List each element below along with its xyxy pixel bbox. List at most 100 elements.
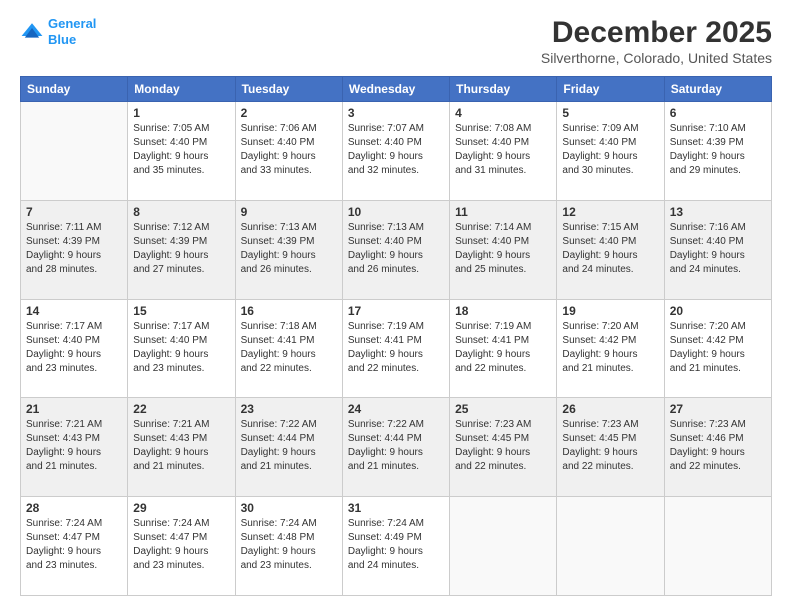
week-row-3: 14 Sunrise: 7:17 AMSunset: 4:40 PMDayligh… — [21, 299, 772, 398]
day-info: Sunrise: 7:18 AMSunset: 4:41 PMDaylight:… — [241, 320, 337, 376]
page: General Blue December 2025 Silverthorne,… — [0, 0, 792, 612]
day-number: 19 — [562, 304, 658, 318]
day-number: 15 — [133, 304, 229, 318]
day-info: Sunrise: 7:14 AMSunset: 4:40 PMDaylight:… — [455, 221, 551, 277]
day-number: 20 — [670, 304, 766, 318]
calendar-cell: 12 Sunrise: 7:15 AMSunset: 4:40 PMDayligh… — [557, 200, 664, 299]
day-number: 4 — [455, 106, 551, 120]
calendar-cell: 9 Sunrise: 7:13 AMSunset: 4:39 PMDaylight… — [235, 200, 342, 299]
week-row-2: 7Sunrise: 7:11 AMSunset: 4:39 PMDaylight… — [21, 200, 772, 299]
day-info: Sunrise: 7:20 AMSunset: 4:42 PMDaylight:… — [670, 320, 766, 376]
day-number: 21 — [26, 402, 122, 416]
day-number: 31 — [348, 501, 444, 515]
calendar-cell: 29 Sunrise: 7:24 AMSunset: 4:47 PMDayligh… — [128, 497, 235, 596]
calendar-cell: 30 Sunrise: 7:24 AMSunset: 4:48 PMDayligh… — [235, 497, 342, 596]
day-info: Sunrise: 7:09 AMSunset: 4:40 PMDaylight:… — [562, 122, 658, 178]
title-area: December 2025 Silverthorne, Colorado, Un… — [541, 16, 772, 66]
calendar-cell: 28Sunrise: 7:24 AMSunset: 4:47 PMDayligh… — [21, 497, 128, 596]
day-number: 12 — [562, 205, 658, 219]
day-number: 8 — [133, 205, 229, 219]
day-info: Sunrise: 7:24 AMSunset: 4:48 PMDaylight:… — [241, 517, 337, 573]
day-number: 30 — [241, 501, 337, 515]
calendar-cell: 20 Sunrise: 7:20 AMSunset: 4:42 PMDayligh… — [664, 299, 771, 398]
calendar-cell — [557, 497, 664, 596]
day-header-monday: Monday — [128, 77, 235, 102]
day-header-sunday: Sunday — [21, 77, 128, 102]
day-info: Sunrise: 7:19 AMSunset: 4:41 PMDaylight:… — [455, 320, 551, 376]
day-number: 26 — [562, 402, 658, 416]
day-info: Sunrise: 7:08 AMSunset: 4:40 PMDaylight:… — [455, 122, 551, 178]
day-number: 24 — [348, 402, 444, 416]
calendar-cell: 10 Sunrise: 7:13 AMSunset: 4:40 PMDayligh… — [342, 200, 449, 299]
calendar-cell: 3Sunrise: 7:07 AMSunset: 4:40 PMDaylight… — [342, 102, 449, 201]
calendar-cell: 13Sunrise: 7:16 AMSunset: 4:40 PMDayligh… — [664, 200, 771, 299]
day-info: Sunrise: 7:13 AMSunset: 4:40 PMDaylight:… — [348, 221, 444, 277]
day-number: 10 — [348, 205, 444, 219]
calendar-table: SundayMondayTuesdayWednesdayThursdayFrid… — [20, 76, 772, 596]
day-number: 2 — [241, 106, 337, 120]
day-info: Sunrise: 7:21 AMSunset: 4:43 PMDaylight:… — [133, 418, 229, 474]
day-header-wednesday: Wednesday — [342, 77, 449, 102]
logo: General Blue — [20, 16, 96, 47]
calendar-cell: 17Sunrise: 7:19 AMSunset: 4:41 PMDayligh… — [342, 299, 449, 398]
day-number: 25 — [455, 402, 551, 416]
day-info: Sunrise: 7:23 AMSunset: 4:46 PMDaylight:… — [670, 418, 766, 474]
day-info: Sunrise: 7:24 AMSunset: 4:47 PMDaylight:… — [26, 517, 122, 573]
day-info: Sunrise: 7:20 AMSunset: 4:42 PMDaylight:… — [562, 320, 658, 376]
calendar-cell: 4 Sunrise: 7:08 AMSunset: 4:40 PMDaylight… — [450, 102, 557, 201]
day-info: Sunrise: 7:11 AMSunset: 4:39 PMDaylight:… — [26, 221, 122, 277]
day-number: 1 — [133, 106, 229, 120]
day-info: Sunrise: 7:22 AMSunset: 4:44 PMDaylight:… — [241, 418, 337, 474]
day-info: Sunrise: 7:24 AMSunset: 4:49 PMDaylight:… — [348, 517, 444, 573]
calendar-cell: 6Sunrise: 7:10 AMSunset: 4:39 PMDaylight… — [664, 102, 771, 201]
day-number: 18 — [455, 304, 551, 318]
calendar-cell — [450, 497, 557, 596]
logo-text: General Blue — [48, 16, 96, 47]
subtitle: Silverthorne, Colorado, United States — [541, 50, 772, 66]
calendar-cell: 15 Sunrise: 7:17 AMSunset: 4:40 PMDayligh… — [128, 299, 235, 398]
day-info: Sunrise: 7:24 AMSunset: 4:47 PMDaylight:… — [133, 517, 229, 573]
day-header-saturday: Saturday — [664, 77, 771, 102]
day-info: Sunrise: 7:23 AMSunset: 4:45 PMDaylight:… — [455, 418, 551, 474]
calendar-cell: 14 Sunrise: 7:17 AMSunset: 4:40 PMDayligh… — [21, 299, 128, 398]
calendar-cell: 2 Sunrise: 7:06 AMSunset: 4:40 PMDaylight… — [235, 102, 342, 201]
week-row-5: 28Sunrise: 7:24 AMSunset: 4:47 PMDayligh… — [21, 497, 772, 596]
main-title: December 2025 — [541, 16, 772, 50]
day-info: Sunrise: 7:06 AMSunset: 4:40 PMDaylight:… — [241, 122, 337, 178]
day-number: 14 — [26, 304, 122, 318]
day-number: 22 — [133, 402, 229, 416]
calendar-cell: 24 Sunrise: 7:22 AMSunset: 4:44 PMDayligh… — [342, 398, 449, 497]
day-header-friday: Friday — [557, 77, 664, 102]
day-number: 29 — [133, 501, 229, 515]
day-info: Sunrise: 7:15 AMSunset: 4:40 PMDaylight:… — [562, 221, 658, 277]
day-info: Sunrise: 7:21 AMSunset: 4:43 PMDaylight:… — [26, 418, 122, 474]
day-info: Sunrise: 7:10 AMSunset: 4:39 PMDaylight:… — [670, 122, 766, 178]
day-info: Sunrise: 7:16 AMSunset: 4:40 PMDaylight:… — [670, 221, 766, 277]
day-info: Sunrise: 7:05 AMSunset: 4:40 PMDaylight:… — [133, 122, 229, 178]
calendar-cell: 5 Sunrise: 7:09 AMSunset: 4:40 PMDaylight… — [557, 102, 664, 201]
calendar-cell — [21, 102, 128, 201]
calendar-cell: 8Sunrise: 7:12 AMSunset: 4:39 PMDaylight… — [128, 200, 235, 299]
day-number: 16 — [241, 304, 337, 318]
day-number: 11 — [455, 205, 551, 219]
logo-icon — [20, 20, 44, 44]
day-number: 5 — [562, 106, 658, 120]
day-number: 9 — [241, 205, 337, 219]
week-row-1: 1 Sunrise: 7:05 AMSunset: 4:40 PMDaylight… — [21, 102, 772, 201]
day-info: Sunrise: 7:13 AMSunset: 4:39 PMDaylight:… — [241, 221, 337, 277]
calendar-cell: 19 Sunrise: 7:20 AMSunset: 4:42 PMDayligh… — [557, 299, 664, 398]
calendar-cell: 22 Sunrise: 7:21 AMSunset: 4:43 PMDayligh… — [128, 398, 235, 497]
calendar-cell: 21 Sunrise: 7:21 AMSunset: 4:43 PMDayligh… — [21, 398, 128, 497]
calendar-cell: 23Sunrise: 7:22 AMSunset: 4:44 PMDayligh… — [235, 398, 342, 497]
day-info: Sunrise: 7:17 AMSunset: 4:40 PMDaylight:… — [133, 320, 229, 376]
header-row: SundayMondayTuesdayWednesdayThursdayFrid… — [21, 77, 772, 102]
calendar-cell: 26Sunrise: 7:23 AMSunset: 4:45 PMDayligh… — [557, 398, 664, 497]
day-info: Sunrise: 7:22 AMSunset: 4:44 PMDaylight:… — [348, 418, 444, 474]
calendar-cell: 18 Sunrise: 7:19 AMSunset: 4:41 PMDayligh… — [450, 299, 557, 398]
day-header-thursday: Thursday — [450, 77, 557, 102]
calendar-cell: 27Sunrise: 7:23 AMSunset: 4:46 PMDayligh… — [664, 398, 771, 497]
calendar-cell: 7Sunrise: 7:11 AMSunset: 4:39 PMDaylight… — [21, 200, 128, 299]
week-row-4: 21 Sunrise: 7:21 AMSunset: 4:43 PMDayligh… — [21, 398, 772, 497]
day-info: Sunrise: 7:17 AMSunset: 4:40 PMDaylight:… — [26, 320, 122, 376]
logo-line2: Blue — [48, 32, 76, 47]
